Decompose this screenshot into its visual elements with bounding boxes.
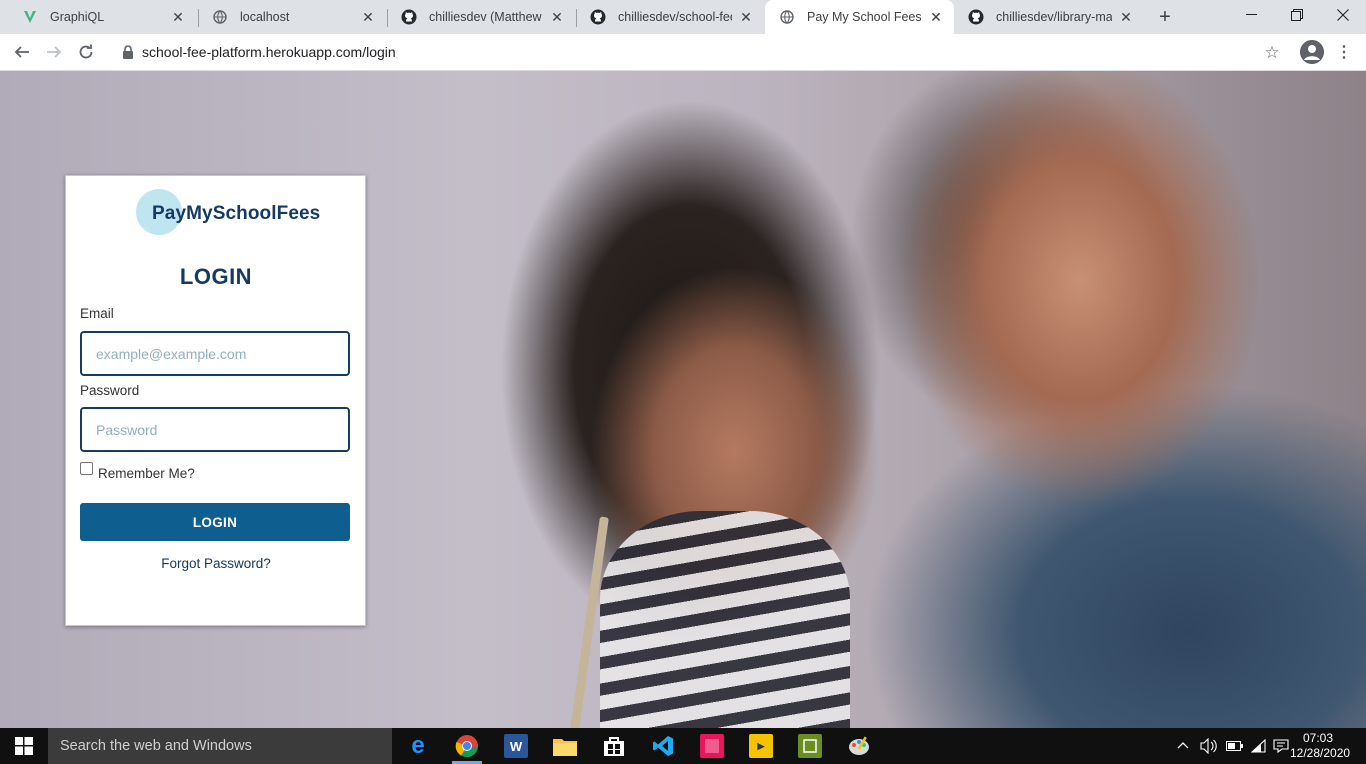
minimize-icon[interactable] (1228, 0, 1274, 30)
remember-me: Remember Me? (80, 462, 195, 481)
reload-icon[interactable] (72, 38, 100, 66)
logo-text: PayMySchoolFees (152, 203, 321, 224)
taskbar-search-input[interactable]: Search the web and Windows (48, 728, 392, 764)
app-icon-pink[interactable] (700, 734, 724, 758)
tab-title: GraphiQL (50, 10, 105, 24)
windows-taskbar: Search the web and Windows e W ▶ 07:03 1… (0, 728, 1366, 764)
tab-github-profile[interactable]: chilliesdev (Matthew ka ✕ (387, 0, 575, 34)
taskbar-clock[interactable]: 07:03 12/28/2020 (1290, 731, 1351, 761)
github-icon (590, 9, 606, 25)
tab-localhost[interactable]: localhost ✕ (198, 0, 386, 34)
restore-icon[interactable] (1274, 0, 1320, 30)
tab-graphiql[interactable]: GraphiQL ✕ (8, 0, 196, 34)
tab-title: chilliesdev (Matthew ka (429, 10, 543, 24)
forgot-password-link[interactable]: Forgot Password? (66, 556, 366, 571)
browser-toolbar: school-fee-platform.herokuapp.com/login (0, 34, 1366, 71)
tab-title: Pay My School Fees|Ho (807, 10, 922, 24)
password-field[interactable] (80, 407, 350, 452)
globe-icon (779, 9, 795, 25)
url-text: school-fee-platform.herokuapp.com/login (142, 44, 396, 60)
new-tab-icon[interactable]: + (1152, 4, 1178, 30)
more-menu-icon[interactable]: ⋮ (1336, 41, 1352, 63)
bookmark-star-icon[interactable]: ☆ (1262, 43, 1282, 63)
browser-tab-strip: GraphiQL ✕ localhost ✕ chilliesdev (Matt… (0, 0, 1366, 34)
tab-pay-my-school-fees[interactable]: Pay My School Fees|Ho ✕ (765, 0, 954, 34)
tab-github-repo[interactable]: chilliesdev/school-fee-p ✕ (576, 0, 764, 34)
password-label: Password (80, 383, 140, 398)
globe-icon (212, 9, 228, 25)
close-tab-icon[interactable]: ✕ (1118, 9, 1134, 25)
graphiql-icon (22, 9, 38, 25)
email-field[interactable] (80, 331, 350, 376)
wifi-icon[interactable] (1251, 728, 1267, 764)
close-tab-icon[interactable]: ✕ (738, 9, 754, 25)
close-tab-icon[interactable]: ✕ (170, 9, 186, 25)
clock-date: 12/28/2020 (1290, 746, 1351, 760)
battery-icon[interactable] (1226, 728, 1244, 764)
show-hidden-icons-icon[interactable] (1176, 728, 1190, 764)
tab-github-library[interactable]: chilliesdev/library-mana ✕ (954, 0, 1144, 34)
remember-me-label: Remember Me? (98, 466, 195, 481)
lock-icon (122, 45, 134, 59)
media-player-icon[interactable]: ▶ (749, 734, 773, 758)
github-icon (401, 9, 417, 25)
back-arrow-icon[interactable] (8, 38, 36, 66)
profile-avatar-icon[interactable] (1300, 40, 1324, 64)
word-icon[interactable]: W (504, 734, 528, 758)
close-tab-icon[interactable]: ✕ (360, 9, 376, 25)
clock-time: 07:03 (1302, 731, 1334, 745)
login-button[interactable]: LOGIN (80, 503, 350, 541)
store-icon[interactable] (602, 734, 626, 758)
email-label: Email (80, 306, 114, 321)
vscode-icon[interactable] (651, 734, 675, 758)
remember-me-checkbox[interactable] (80, 462, 93, 475)
close-tab-icon[interactable]: ✕ (928, 9, 944, 25)
paint-icon[interactable] (847, 734, 871, 758)
windows-logo-icon (15, 737, 33, 755)
close-window-icon[interactable] (1320, 0, 1366, 30)
volume-icon[interactable] (1200, 728, 1218, 764)
close-tab-icon[interactable]: ✕ (549, 9, 565, 25)
background-photo-detail (600, 511, 850, 728)
notifications-icon[interactable] (1273, 728, 1289, 764)
tab-title: chilliesdev/school-fee-p (618, 10, 732, 24)
chrome-icon[interactable] (455, 734, 479, 758)
tab-title: chilliesdev/library-mana (996, 10, 1112, 24)
address-bar[interactable]: school-fee-platform.herokuapp.com/login (108, 37, 1298, 67)
tab-title: localhost (240, 10, 290, 24)
file-explorer-icon[interactable] (553, 734, 577, 758)
edge-icon[interactable]: e (406, 732, 430, 759)
hero-background-image: PayMySchoolFees LOGIN Email Password Rem… (0, 71, 1366, 728)
github-icon (968, 9, 984, 25)
forward-arrow-icon[interactable] (40, 38, 68, 66)
start-button[interactable] (0, 728, 48, 764)
login-card: PayMySchoolFees LOGIN Email Password Rem… (65, 175, 366, 626)
page-title: LOGIN (179, 264, 253, 289)
app-icon-green[interactable] (798, 734, 822, 758)
brand-logo[interactable]: PayMySchoolFees (136, 188, 320, 236)
